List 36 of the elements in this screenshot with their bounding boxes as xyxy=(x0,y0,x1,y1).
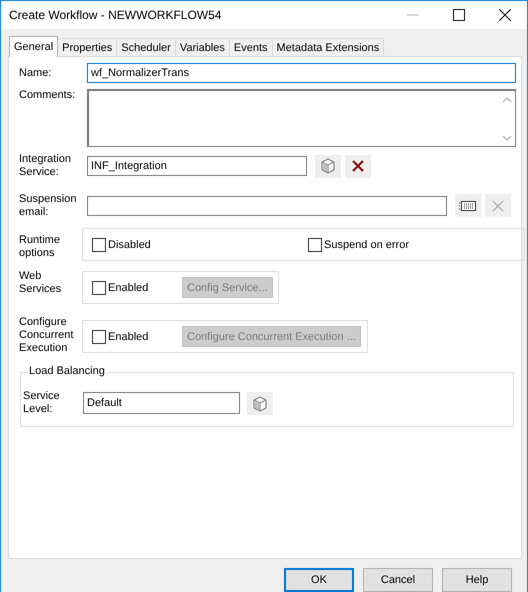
name-field[interactable]: wf_NormalizerTrans xyxy=(87,63,516,83)
field-label: Service Level: xyxy=(23,390,61,416)
cube-icon xyxy=(251,394,269,412)
maximize-icon[interactable] xyxy=(453,9,465,21)
address-book-button[interactable] xyxy=(455,194,481,217)
tab[interactable]: General xyxy=(9,36,58,57)
browse-button[interactable] xyxy=(315,154,341,178)
address-card-icon xyxy=(459,200,477,212)
clear-icon xyxy=(490,198,506,214)
dialog-button[interactable]: OK xyxy=(284,568,354,592)
tab[interactable]: Properties xyxy=(57,38,118,56)
field-label: Integration Service: xyxy=(19,153,72,179)
suspension-email-field[interactable] xyxy=(87,196,447,216)
checkbox[interactable]: Disabled xyxy=(92,238,308,252)
dialog-button[interactable]: Help xyxy=(442,568,512,592)
checkbox[interactable]: Enabled xyxy=(92,280,182,294)
checkbox[interactable]: Suspend on error xyxy=(308,238,524,252)
group-title: Load Balancing xyxy=(27,365,107,377)
comments-field[interactable] xyxy=(87,89,516,147)
clear-icon xyxy=(350,158,366,174)
field-label: Configure Concurrent Execution xyxy=(19,316,74,355)
dialog-button[interactable]: Cancel xyxy=(363,568,433,592)
close-icon[interactable] xyxy=(499,9,511,21)
service-level-field[interactable]: Default xyxy=(83,392,240,414)
field-label: Comments: xyxy=(19,89,76,102)
field-label: Name: xyxy=(19,66,52,80)
clear-button[interactable] xyxy=(345,154,371,178)
field-label: Runtime options xyxy=(19,234,61,260)
checkbox[interactable]: Enabled xyxy=(92,330,182,344)
browse-button[interactable] xyxy=(247,392,273,415)
integration-service-field[interactable]: INF_Integration xyxy=(87,156,307,176)
field-label: Suspension email: xyxy=(19,193,78,219)
cube-icon xyxy=(319,157,337,175)
field-label: Web Services xyxy=(19,270,62,296)
window-title: Create Workflow - NEWWORKFLOW54 xyxy=(9,8,222,22)
tab[interactable]: Metadata Extensions xyxy=(272,38,384,56)
